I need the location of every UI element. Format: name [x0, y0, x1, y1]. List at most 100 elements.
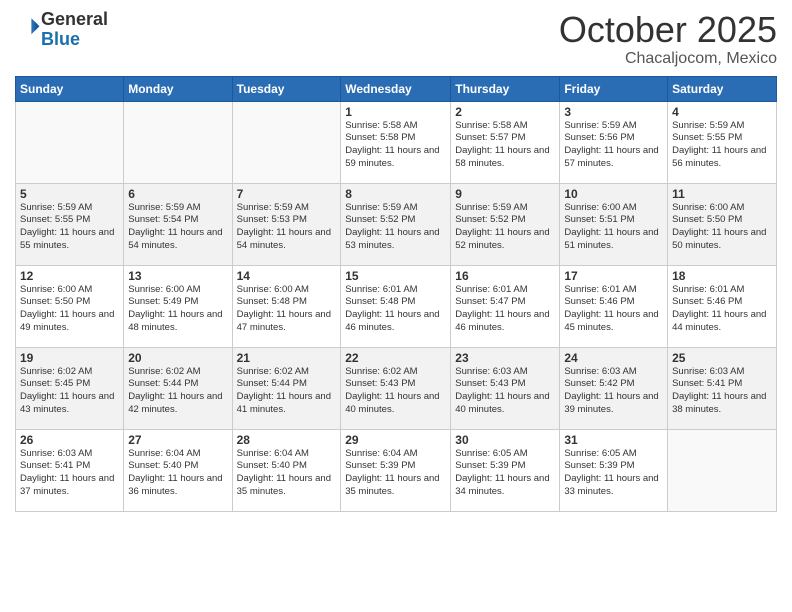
day-info: Sunrise: 6:03 AM Sunset: 5:42 PM Dayligh… — [564, 366, 663, 417]
day-number: 18 — [672, 269, 772, 283]
calendar-cell: 12Sunrise: 6:00 AM Sunset: 5:50 PM Dayli… — [16, 265, 124, 347]
calendar-cell: 8Sunrise: 5:59 AM Sunset: 5:52 PM Daylig… — [341, 183, 451, 265]
calendar-header-row: Sunday Monday Tuesday Wednesday Thursday… — [16, 76, 777, 101]
col-wednesday: Wednesday — [341, 76, 451, 101]
calendar-cell: 25Sunrise: 6:03 AM Sunset: 5:41 PM Dayli… — [668, 347, 777, 429]
page-container: General Blue October 2025 Chacaljocom, M… — [0, 0, 792, 517]
day-info: Sunrise: 6:00 AM Sunset: 5:51 PM Dayligh… — [564, 202, 663, 253]
calendar-cell: 26Sunrise: 6:03 AM Sunset: 5:41 PM Dayli… — [16, 429, 124, 511]
day-number: 23 — [455, 351, 555, 365]
calendar-cell: 7Sunrise: 5:59 AM Sunset: 5:53 PM Daylig… — [232, 183, 341, 265]
title-block: October 2025 Chacaljocom, Mexico — [559, 10, 777, 68]
day-number: 29 — [345, 433, 446, 447]
calendar-cell — [668, 429, 777, 511]
calendar-cell: 13Sunrise: 6:00 AM Sunset: 5:49 PM Dayli… — [124, 265, 232, 347]
day-number: 9 — [455, 187, 555, 201]
calendar-week-5: 26Sunrise: 6:03 AM Sunset: 5:41 PM Dayli… — [16, 429, 777, 511]
day-info: Sunrise: 6:01 AM Sunset: 5:48 PM Dayligh… — [345, 284, 446, 335]
day-info: Sunrise: 6:00 AM Sunset: 5:50 PM Dayligh… — [20, 284, 119, 335]
day-number: 1 — [345, 105, 446, 119]
day-info: Sunrise: 6:03 AM Sunset: 5:41 PM Dayligh… — [672, 366, 772, 417]
day-number: 11 — [672, 187, 772, 201]
calendar-cell: 27Sunrise: 6:04 AM Sunset: 5:40 PM Dayli… — [124, 429, 232, 511]
day-info: Sunrise: 6:05 AM Sunset: 5:39 PM Dayligh… — [564, 448, 663, 499]
calendar-cell: 19Sunrise: 6:02 AM Sunset: 5:45 PM Dayli… — [16, 347, 124, 429]
calendar-cell: 16Sunrise: 6:01 AM Sunset: 5:47 PM Dayli… — [451, 265, 560, 347]
day-info: Sunrise: 5:59 AM Sunset: 5:54 PM Dayligh… — [128, 202, 227, 253]
day-info: Sunrise: 5:59 AM Sunset: 5:52 PM Dayligh… — [345, 202, 446, 253]
calendar-cell: 20Sunrise: 6:02 AM Sunset: 5:44 PM Dayli… — [124, 347, 232, 429]
day-number: 13 — [128, 269, 227, 283]
calendar-cell: 21Sunrise: 6:02 AM Sunset: 5:44 PM Dayli… — [232, 347, 341, 429]
calendar-week-3: 12Sunrise: 6:00 AM Sunset: 5:50 PM Dayli… — [16, 265, 777, 347]
calendar-cell: 6Sunrise: 5:59 AM Sunset: 5:54 PM Daylig… — [124, 183, 232, 265]
day-info: Sunrise: 6:04 AM Sunset: 5:40 PM Dayligh… — [237, 448, 337, 499]
day-number: 7 — [237, 187, 337, 201]
col-saturday: Saturday — [668, 76, 777, 101]
calendar-cell: 24Sunrise: 6:03 AM Sunset: 5:42 PM Dayli… — [560, 347, 668, 429]
day-info: Sunrise: 5:59 AM Sunset: 5:55 PM Dayligh… — [20, 202, 119, 253]
day-info: Sunrise: 5:59 AM Sunset: 5:55 PM Dayligh… — [672, 120, 772, 171]
logo-icon — [17, 15, 41, 39]
day-info: Sunrise: 6:01 AM Sunset: 5:47 PM Dayligh… — [455, 284, 555, 335]
calendar-week-1: 1Sunrise: 5:58 AM Sunset: 5:58 PM Daylig… — [16, 101, 777, 183]
calendar-cell: 5Sunrise: 5:59 AM Sunset: 5:55 PM Daylig… — [16, 183, 124, 265]
day-number: 25 — [672, 351, 772, 365]
day-number: 30 — [455, 433, 555, 447]
calendar-cell: 28Sunrise: 6:04 AM Sunset: 5:40 PM Dayli… — [232, 429, 341, 511]
day-info: Sunrise: 6:03 AM Sunset: 5:41 PM Dayligh… — [20, 448, 119, 499]
col-tuesday: Tuesday — [232, 76, 341, 101]
day-info: Sunrise: 5:58 AM Sunset: 5:57 PM Dayligh… — [455, 120, 555, 171]
day-number: 21 — [237, 351, 337, 365]
calendar-cell: 22Sunrise: 6:02 AM Sunset: 5:43 PM Dayli… — [341, 347, 451, 429]
logo-text: General Blue — [41, 10, 108, 50]
calendar-cell: 17Sunrise: 6:01 AM Sunset: 5:46 PM Dayli… — [560, 265, 668, 347]
day-number: 6 — [128, 187, 227, 201]
day-number: 27 — [128, 433, 227, 447]
day-number: 31 — [564, 433, 663, 447]
day-number: 20 — [128, 351, 227, 365]
day-number: 15 — [345, 269, 446, 283]
col-monday: Monday — [124, 76, 232, 101]
calendar-cell: 29Sunrise: 6:04 AM Sunset: 5:39 PM Dayli… — [341, 429, 451, 511]
day-number: 12 — [20, 269, 119, 283]
day-info: Sunrise: 6:02 AM Sunset: 5:44 PM Dayligh… — [128, 366, 227, 417]
col-friday: Friday — [560, 76, 668, 101]
location: Chacaljocom, Mexico — [559, 50, 777, 68]
day-info: Sunrise: 6:00 AM Sunset: 5:50 PM Dayligh… — [672, 202, 772, 253]
day-info: Sunrise: 6:02 AM Sunset: 5:44 PM Dayligh… — [237, 366, 337, 417]
day-info: Sunrise: 6:02 AM Sunset: 5:45 PM Dayligh… — [20, 366, 119, 417]
day-info: Sunrise: 5:59 AM Sunset: 5:56 PM Dayligh… — [564, 120, 663, 171]
logo-general: General — [41, 9, 108, 29]
calendar-cell: 9Sunrise: 5:59 AM Sunset: 5:52 PM Daylig… — [451, 183, 560, 265]
logo-blue: Blue — [41, 29, 80, 49]
logo: General Blue — [15, 10, 108, 50]
day-info: Sunrise: 6:04 AM Sunset: 5:40 PM Dayligh… — [128, 448, 227, 499]
calendar-week-4: 19Sunrise: 6:02 AM Sunset: 5:45 PM Dayli… — [16, 347, 777, 429]
day-info: Sunrise: 6:00 AM Sunset: 5:48 PM Dayligh… — [237, 284, 337, 335]
day-number: 16 — [455, 269, 555, 283]
day-number: 19 — [20, 351, 119, 365]
col-sunday: Sunday — [16, 76, 124, 101]
calendar-cell: 14Sunrise: 6:00 AM Sunset: 5:48 PM Dayli… — [232, 265, 341, 347]
calendar-week-2: 5Sunrise: 5:59 AM Sunset: 5:55 PM Daylig… — [16, 183, 777, 265]
day-number: 22 — [345, 351, 446, 365]
day-number: 17 — [564, 269, 663, 283]
calendar-cell: 30Sunrise: 6:05 AM Sunset: 5:39 PM Dayli… — [451, 429, 560, 511]
calendar-cell: 31Sunrise: 6:05 AM Sunset: 5:39 PM Dayli… — [560, 429, 668, 511]
day-number: 10 — [564, 187, 663, 201]
calendar-cell: 4Sunrise: 5:59 AM Sunset: 5:55 PM Daylig… — [668, 101, 777, 183]
calendar-cell: 11Sunrise: 6:00 AM Sunset: 5:50 PM Dayli… — [668, 183, 777, 265]
day-number: 4 — [672, 105, 772, 119]
day-info: Sunrise: 6:04 AM Sunset: 5:39 PM Dayligh… — [345, 448, 446, 499]
calendar-cell — [232, 101, 341, 183]
day-number: 8 — [345, 187, 446, 201]
day-info: Sunrise: 6:01 AM Sunset: 5:46 PM Dayligh… — [564, 284, 663, 335]
calendar-cell: 2Sunrise: 5:58 AM Sunset: 5:57 PM Daylig… — [451, 101, 560, 183]
day-number: 14 — [237, 269, 337, 283]
calendar-cell: 15Sunrise: 6:01 AM Sunset: 5:48 PM Dayli… — [341, 265, 451, 347]
calendar-cell — [16, 101, 124, 183]
calendar-cell: 3Sunrise: 5:59 AM Sunset: 5:56 PM Daylig… — [560, 101, 668, 183]
col-thursday: Thursday — [451, 76, 560, 101]
calendar-cell: 18Sunrise: 6:01 AM Sunset: 5:46 PM Dayli… — [668, 265, 777, 347]
